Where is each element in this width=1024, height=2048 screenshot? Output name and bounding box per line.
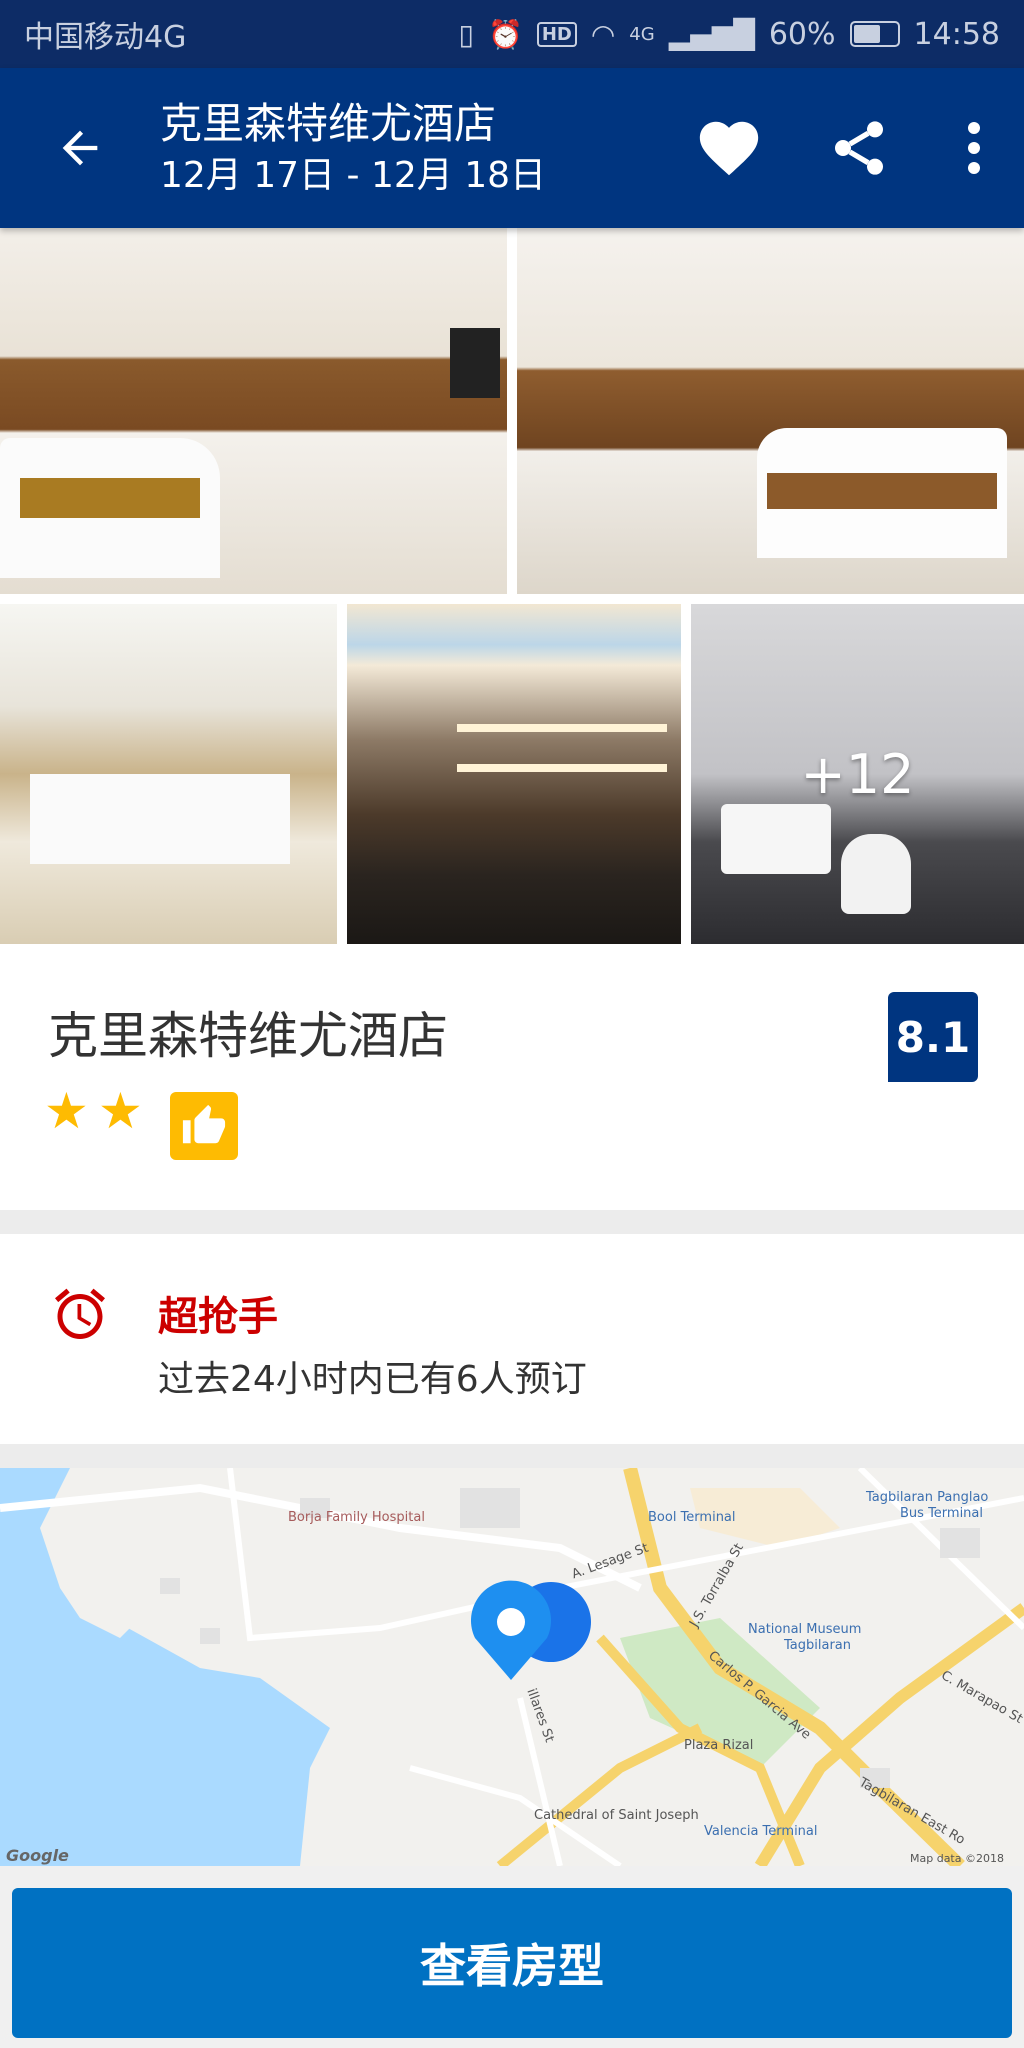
map-drawing bbox=[0, 1468, 1024, 1866]
table-shape bbox=[30, 774, 290, 864]
heart-icon bbox=[699, 121, 759, 176]
view-rooms-button[interactable]: 查看房型 bbox=[12, 1888, 1012, 2038]
back-button[interactable] bbox=[0, 68, 160, 228]
thumbs-up-icon bbox=[182, 1104, 226, 1144]
map-label-bus-line1: Tagbilaran Panglao bbox=[866, 1490, 989, 1505]
room-photo-2[interactable] bbox=[517, 228, 1024, 594]
demand-title: 超抢手 bbox=[158, 1294, 278, 1340]
hotel-name: 克里森特维尤酒店 bbox=[48, 1007, 448, 1065]
wifi-icon: ◠ bbox=[590, 17, 616, 51]
location-map[interactable]: Borja Family Hospital Bool Terminal Tagb… bbox=[0, 1468, 1024, 1866]
map-label-valencia: Valencia Terminal bbox=[704, 1824, 818, 1839]
signal-icon: ▂▄▆█ bbox=[668, 17, 755, 51]
bar-photo[interactable] bbox=[347, 604, 681, 944]
more-photos-count: +12 bbox=[800, 742, 915, 806]
map-label-bus-line2: Bus Terminal bbox=[900, 1506, 984, 1521]
shelf-shape bbox=[457, 724, 667, 732]
map-label-bool-terminal: Bool Terminal bbox=[648, 1510, 736, 1525]
map-label-plaza-rizal: Plaza Rizal bbox=[684, 1738, 754, 1753]
battery-icon bbox=[849, 21, 900, 47]
bathroom-photo-more[interactable]: +12 bbox=[691, 604, 1024, 944]
demand-notice bbox=[0, 1234, 1024, 1444]
status-icons: ▯ ⏰ HD ◠ 4G ▂▄▆█ 60% 14:58 bbox=[459, 17, 1000, 52]
photo-gallery: +12 bbox=[0, 228, 1024, 944]
clock: 14:58 bbox=[913, 16, 1000, 52]
vibrate-icon: ▯ bbox=[458, 17, 474, 51]
bed-shape bbox=[0, 438, 220, 578]
review-score-badge[interactable]: 8.1 bbox=[888, 992, 978, 1082]
toilet-shape bbox=[841, 834, 911, 914]
battery-percent: 60% bbox=[768, 16, 836, 52]
status-bar: 中国移动4G ▯ ⏰ HD ◠ 4G ▂▄▆█ 60% 14:58 bbox=[0, 0, 1024, 68]
hd-icon: HD bbox=[536, 21, 577, 47]
star-icon: ★ bbox=[98, 1082, 143, 1140]
header-hotel-title: 克里森特维尤酒店 bbox=[160, 99, 497, 148]
dining-photo[interactable] bbox=[0, 604, 337, 944]
map-label-cathedral: Cathedral of Saint Joseph bbox=[534, 1808, 699, 1823]
demand-text: 过去24小时内已有6人预订 bbox=[158, 1359, 587, 1400]
tv-shape bbox=[450, 328, 500, 398]
star-icon: ★ bbox=[44, 1082, 89, 1140]
google-logo: Google bbox=[6, 1846, 69, 1865]
room-photo-1[interactable] bbox=[0, 228, 507, 594]
arrow-left-icon bbox=[62, 130, 98, 166]
map-label-museum: National Museum bbox=[748, 1622, 862, 1637]
alarm-status-icon: ⏰ bbox=[487, 17, 523, 51]
header-titles: 克里森特维尤酒店 12月 17日 - 12月 18日 bbox=[160, 96, 664, 200]
section-divider bbox=[0, 1444, 1024, 1468]
share-button[interactable] bbox=[794, 68, 924, 228]
network-label: 4G bbox=[629, 23, 655, 45]
map-label-museum-city: Tagbilaran bbox=[784, 1638, 851, 1653]
hotel-info-card: 克里森特维尤酒店 bbox=[0, 944, 1024, 1210]
section-divider bbox=[0, 1210, 1024, 1234]
more-options-button[interactable] bbox=[924, 68, 1024, 228]
bed-shape bbox=[757, 428, 1007, 558]
favorite-button[interactable] bbox=[664, 68, 794, 228]
map-label-hospital: Borja Family Hospital bbox=[288, 1510, 425, 1525]
alarm-clock-icon bbox=[55, 1288, 105, 1339]
share-icon bbox=[835, 121, 883, 175]
sink-shape bbox=[721, 804, 831, 874]
header-stay-dates: 12月 17日 - 12月 18日 bbox=[160, 155, 546, 196]
carrier-label: 中国移动4G bbox=[24, 20, 187, 55]
preferred-partner-badge[interactable] bbox=[170, 1092, 238, 1160]
app-header: 克里森特维尤酒店 12月 17日 - 12月 18日 bbox=[0, 68, 1024, 228]
more-vert-icon bbox=[968, 122, 980, 174]
